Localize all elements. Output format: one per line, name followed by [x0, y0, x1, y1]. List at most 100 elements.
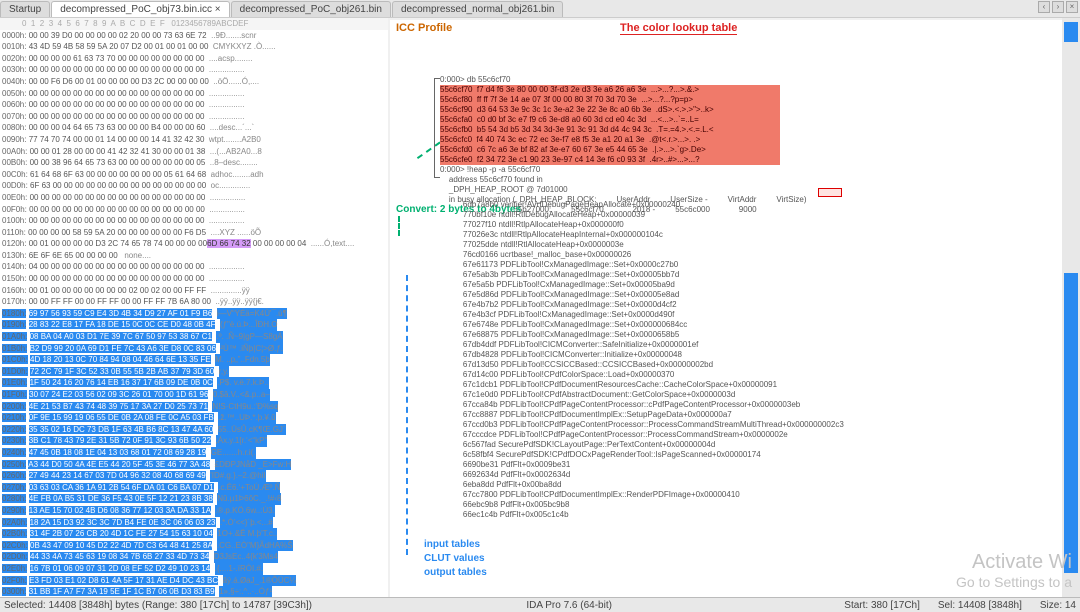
- stack-frame[interactable]: 67e6748e PDFLibTool!CxManagedImage::Set+…: [454, 320, 1074, 330]
- hex-row[interactable]: 00D0h: 6F 63 00 00 00 00 00 00 00 00 00 …: [2, 180, 386, 192]
- hex-row[interactable]: 0190h: 28 83 22 E8 17 FA 18 DE 15 0C 0C …: [2, 319, 386, 331]
- hex-row[interactable]: 0100h: 00 00 00 00 00 00 00 00 00 00 00 …: [2, 215, 386, 227]
- hex-row[interactable]: 0070h: 00 00 00 00 00 00 00 00 00 00 00 …: [2, 111, 386, 123]
- hex-row[interactable]: 0030h: 00 00 00 00 00 00 00 00 00 00 00 …: [2, 64, 386, 76]
- hex-row[interactable]: 01F0h: 30 07 24 E2 03 56 02 09 3C 26 01 …: [2, 389, 386, 401]
- selection-info: Selected: 14408 [3848h] bytes (Range: 38…: [4, 600, 312, 611]
- hex-row[interactable]: 0160h: 00 01 00 00 00 00 00 00 00 02 00 …: [2, 285, 386, 297]
- stack-frame[interactable]: 67c1e0d0 PDFLibTool!CPdfAbstractDocument…: [454, 390, 1074, 400]
- stack-frame[interactable]: 6c567fad SecurePdfSDK!CLayoutPage::PerTe…: [454, 440, 1074, 450]
- dbg-heap-line: 0:000> !heap -p -a 55c6cf70: [440, 165, 780, 175]
- hex-row[interactable]: 0300h: 31 BB 1F A7 F7 3A 19 5E 1F 1C B7 …: [2, 586, 386, 597]
- close-icon[interactable]: ×: [215, 4, 221, 15]
- hex-row[interactable]: 00F0h: 00 00 00 00 00 00 00 00 00 00 00 …: [2, 204, 386, 216]
- hex-row[interactable]: 0050h: 00 00 00 00 00 00 00 00 00 00 00 …: [2, 88, 386, 100]
- hex-row[interactable]: 01D0h: 72 2C 79 1F 3C 52 33 0B 55 5B 2B …: [2, 366, 386, 378]
- stack-frame[interactable]: 67e5d86d PDFLibTool!CxManagedImage::Set+…: [454, 290, 1074, 300]
- stack-frame[interactable]: 67e4b3cf PDFLibTool!CxManagedImage::Set+…: [454, 310, 1074, 320]
- hex-row[interactable]: 0180h: 69 97 56 93 59 C9 E4 3D 4B 34 D9 …: [2, 308, 386, 320]
- stack-frame[interactable]: 67ccd0b3 PDFLibTool!CPdfPageContentProce…: [454, 420, 1074, 430]
- hex-row[interactable]: 0230h: 3B C1 78 43 79 2E 31 5B 72 0F 91 …: [2, 435, 386, 447]
- stack-frame[interactable]: 77025dde ntdll!RtlAllocateHeap+0x0000003…: [454, 240, 1074, 250]
- stack-frame[interactable]: 6eba8dd PdfFlt+0x00ba8dd: [454, 480, 1074, 490]
- stack-frame[interactable]: 67db4828 PDFLibTool!CICMConverter::Initi…: [454, 350, 1074, 360]
- hex-row[interactable]: 02A0h: 18 2A 15 D3 92 3C 3C 7D B4 FE 0E …: [2, 517, 386, 529]
- stack-frame[interactable]: 67cca84b PDFLibTool!CPdfPageContentProce…: [454, 400, 1074, 410]
- stack-frame[interactable]: 67e5ab3b PDFLibTool!CxManagedImage::Set+…: [454, 270, 1074, 280]
- stack-frame[interactable]: 77026e3c ntdll!RtlpAllocateHeapInternal+…: [454, 230, 1074, 240]
- tab-bar: Startup decompressed_PoC_obj73.bin.icc ×…: [0, 0, 1080, 18]
- hex-row[interactable]: 02D0h: 44 33 4A 73 45 63 19 08 34 7B 6B …: [2, 551, 386, 563]
- stack-frame[interactable]: 6c58fbf4 SecurePdfSDK!CPdfDOCxPageRender…: [454, 450, 1074, 460]
- hex-editor[interactable]: 0 1 2 3 4 5 6 7 8 9 A B C D E F 01234567…: [0, 18, 388, 597]
- stack-frame[interactable]: 67d14c00 PDFLibTool!CPdfColorSpace::Load…: [454, 370, 1074, 380]
- stack-frame[interactable]: 77027f10 ntdll!RtlpAllocateHeap+0x000000…: [454, 220, 1074, 230]
- hex-row[interactable]: 0270h: 03 63 03 CA 36 1A 91 2B 54 6F DA …: [2, 482, 386, 494]
- tab-startup[interactable]: Startup: [0, 1, 50, 17]
- stack-trace[interactable]: 6db7a8b0 verifier!AVrfDebugPageHeapAlloc…: [454, 200, 1074, 520]
- stack-frame[interactable]: 67cc7800 PDFLibTool!CPdfDocumentImplEx::…: [454, 490, 1074, 500]
- minimap-scrollbar[interactable]: [1062, 18, 1080, 597]
- hex-row[interactable]: 0020h: 00 00 00 00 61 63 73 70 00 00 00 …: [2, 53, 386, 65]
- tab-obj73[interactable]: decompressed_PoC_obj73.bin.icc ×: [51, 1, 229, 17]
- collapse-left-icon[interactable]: ‹: [1038, 1, 1050, 13]
- hex-row[interactable]: 02C0h: 0B 43 47 09 10 45 D2 22 4D 7D C3 …: [2, 540, 386, 552]
- hex-row[interactable]: 02F0h: E3 FD 03 E1 02 D8 61 4A 5F 17 31 …: [2, 575, 386, 587]
- dbg-memory-line: 55c6cfd0 c6 7c a6 3e bf 82 af 3e-e7 60 6…: [440, 145, 780, 155]
- stack-frame[interactable]: 6db7a8b0 verifier!AVrfDebugPageHeapAlloc…: [454, 200, 1074, 210]
- hex-row[interactable]: 00B0h: 00 00 38 96 64 65 73 63 00 00 00 …: [2, 157, 386, 169]
- stack-frame[interactable]: 770bf10e ntdll!RtlDebugAllocateHeap+0x00…: [454, 210, 1074, 220]
- stack-frame[interactable]: 67e61173 PDFLibTool!CxManagedImage::Set+…: [454, 260, 1074, 270]
- hex-row[interactable]: 0280h: 4E FB 0A B5 31 DE 36 F5 43 0E 5F …: [2, 493, 386, 505]
- stack-frame[interactable]: 66ec1c4b PdfFlt+0x005c1c4b: [454, 510, 1074, 520]
- hex-row[interactable]: 0140h: 04 00 00 00 00 00 00 00 00 00 00 …: [2, 261, 386, 273]
- hex-row[interactable]: 01E0h: 1F 50 24 16 20 76 14 EB 16 37 17 …: [2, 377, 386, 389]
- stack-frame[interactable]: 6692634d PdfFlt+0x0002634d: [454, 470, 1074, 480]
- hex-row[interactable]: 0080h: 00 00 00 04 64 65 73 63 00 00 00 …: [2, 122, 386, 134]
- hex-row[interactable]: 01A0h: 08 BA 04 A0 03 D1 7E 39 7C 67 50 …: [2, 331, 386, 343]
- close-pane-icon[interactable]: ×: [1066, 1, 1078, 13]
- hex-row[interactable]: 0210h: 0F 9E 15 99 19 06 55 DE 0B 2A 08 …: [2, 412, 386, 424]
- app-version: IDA Pro 7.6 (64-bit): [526, 600, 612, 611]
- hex-rows[interactable]: 0000h: 00 00 39 D0 00 00 00 00 02 20 00 …: [0, 30, 388, 597]
- hex-row[interactable]: 0040h: 00 00 F6 D6 00 01 00 00 00 00 D3 …: [2, 76, 386, 88]
- hex-row[interactable]: 0240h: 47 45 0B 18 08 1E 04 13 03 68 01 …: [2, 447, 386, 459]
- hex-row[interactable]: 0060h: 00 00 00 00 00 00 00 00 00 00 00 …: [2, 99, 386, 111]
- tab-obj261a[interactable]: decompressed_PoC_obj261.bin: [231, 1, 391, 17]
- hex-row[interactable]: 0170h: 00 00 FF FF 00 00 FF FF 00 00 FF …: [2, 296, 386, 308]
- hex-row[interactable]: 0110h: 00 00 00 00 58 59 5A 20 00 00 00 …: [2, 227, 386, 239]
- hex-row[interactable]: 0150h: 00 00 00 00 00 00 00 00 00 00 00 …: [2, 273, 386, 285]
- stack-frame[interactable]: 67cccdce PDFLibTool!CPdfPageContentProce…: [454, 430, 1074, 440]
- stack-frame[interactable]: 67e4b7b2 PDFLibTool!CxManagedImage::Set+…: [454, 300, 1074, 310]
- hex-row[interactable]: 01B0h: B2 D9 99 20 0A 69 D1 FE 7C 43 A6 …: [2, 343, 386, 355]
- stack-frame[interactable]: 67e68875 PDFLibTool!CxManagedImage::Set+…: [454, 330, 1074, 340]
- hex-row[interactable]: 0250h: A3 44 D0 50 4A 4E E5 44 20 5F 45 …: [2, 459, 386, 471]
- hex-row[interactable]: 0120h: 00 01 00 00 00 00 D3 2C 74 65 78 …: [2, 238, 386, 250]
- hex-row[interactable]: 02B0h: 31 4F 2B 07 26 CB 20 4D 1C FE 27 …: [2, 528, 386, 540]
- tab-obj261b[interactable]: decompressed_normal_obj261.bin: [392, 1, 563, 17]
- hex-row[interactable]: 02E0h: 16 7B 01 06 09 07 31 2D 08 EF 52 …: [2, 563, 386, 575]
- collapse-right-icon[interactable]: ›: [1052, 1, 1064, 13]
- hex-row[interactable]: 0000h: 00 00 39 D0 00 00 00 00 02 20 00 …: [2, 30, 386, 42]
- hex-row[interactable]: 0260h: 27 49 44 23 14 67 03 7D 04 96 32 …: [2, 470, 386, 482]
- hex-row[interactable]: 0130h: 6E 6F 6E 65 00 00 00 00 none....: [2, 250, 386, 262]
- hex-row[interactable]: 0010h: 43 4D 59 4B 58 59 5A 20 07 D2 00 …: [2, 41, 386, 53]
- stack-frame[interactable]: 66ebc9b8 PdfFlt+0x005bc9b8: [454, 500, 1074, 510]
- stack-frame[interactable]: 67cc8887 PDFLibTool!CPdfDocumentImplEx::…: [454, 410, 1074, 420]
- hex-row[interactable]: 00A0h: 00 00 01 28 00 00 00 41 42 32 41 …: [2, 146, 386, 158]
- hex-row[interactable]: 00E0h: 00 00 00 00 00 00 00 00 00 00 00 …: [2, 192, 386, 204]
- hex-row[interactable]: 0200h: 4E 21 53 B7 43 74 48 39 75 17 3A …: [2, 401, 386, 413]
- hex-row[interactable]: 0290h: 13 AE 15 70 02 4B D6 08 36 77 12 …: [2, 505, 386, 517]
- hex-row[interactable]: 01C0h: 4D 18 20 13 0C 70 84 94 08 04 46 …: [2, 354, 386, 366]
- stack-frame[interactable]: 6690be31 PdfFlt+0x0009be31: [454, 460, 1074, 470]
- dbg-prompt: 0:000> db 55c6cf70: [440, 75, 780, 85]
- status-start: Start: 380 [17Ch]: [844, 600, 920, 611]
- hex-row[interactable]: 0220h: 35 35 02 16 DC 73 DB 1F 63 4B B6 …: [2, 424, 386, 436]
- hex-row[interactable]: 0090h: 77 74 70 74 00 00 01 14 00 00 00 …: [2, 134, 386, 146]
- stack-frame[interactable]: 67c1dcb1 PDFLibTool!CPdfDocumentResource…: [454, 380, 1074, 390]
- stack-frame[interactable]: 67e5a5b PDFLibTool!CxManagedImage::Set+0…: [454, 280, 1074, 290]
- stack-frame[interactable]: 76cd0166 ucrtbase!_malloc_base+0x0000002…: [454, 250, 1074, 260]
- stack-frame[interactable]: 67db4ddf PDFLibTool!CICMConverter::SafeI…: [454, 340, 1074, 350]
- hex-row[interactable]: 00C0h: 61 64 68 6F 63 00 00 00 00 00 00 …: [2, 169, 386, 181]
- stack-frame[interactable]: 67d13d50 PDFLibTool!CCSICCBased::CCSICCB…: [454, 360, 1074, 370]
